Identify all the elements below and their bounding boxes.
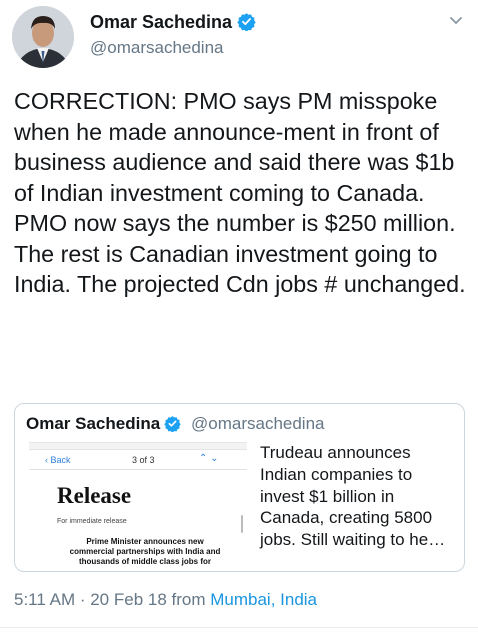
thumbnail-release-headline: Prime Minister announces new commercial … <box>69 537 221 566</box>
thumbnail-divider <box>29 469 247 470</box>
verified-badge-icon <box>237 12 256 36</box>
author-name-text[interactable]: Omar Sachedina <box>90 12 232 32</box>
quoted-author-name-text: Omar Sachedina <box>26 414 161 433</box>
tweet-location-link[interactable]: Mumbai, India <box>210 590 317 609</box>
thumbnail-back-link: ‹ Back <box>45 455 71 465</box>
chevron-down-icon[interactable] <box>448 12 464 33</box>
tweet-text: CORRECTION: PMO says PM misspoke when he… <box>14 88 466 297</box>
verified-badge-icon <box>164 415 181 437</box>
thumbnail-release-title: Release <box>57 483 132 508</box>
thumbnail-scrollbar <box>241 515 243 533</box>
tweet-timestamp[interactable]: 5:11 AM · 20 Feb 18 <box>14 590 167 609</box>
tweet-metadata: 5:11 AM · 20 Feb 18 from Mumbai, India <box>14 590 317 610</box>
quoted-tweet[interactable]: Omar Sachedina @omarsachedina ‹ Back 3 o… <box>14 403 465 572</box>
thumbnail-page-count: 3 of 3 <box>132 455 155 465</box>
avatar-photo <box>12 6 74 68</box>
quoted-media-thumbnail[interactable]: ‹ Back 3 of 3 ⌃ ⌄ Release For immediate … <box>29 442 247 571</box>
thumbnail-release-subtitle: For immediate release <box>57 518 127 525</box>
author-avatar[interactable] <box>12 6 74 68</box>
author-name[interactable]: Omar Sachedina <box>90 12 256 36</box>
meta-from-label: from <box>166 590 211 609</box>
thumbnail-status-strip <box>29 443 247 450</box>
thumbnail-nav-arrows-icon: ⌃ ⌄ <box>199 453 219 464</box>
quoted-author-name: Omar Sachedina <box>26 414 181 437</box>
quoted-tweet-text: Trudeau announces Indian companies to in… <box>260 443 446 550</box>
bottom-divider <box>0 627 478 628</box>
quoted-author-handle: @omarsachedina <box>191 414 325 433</box>
author-handle[interactable]: @omarsachedina <box>90 38 224 58</box>
